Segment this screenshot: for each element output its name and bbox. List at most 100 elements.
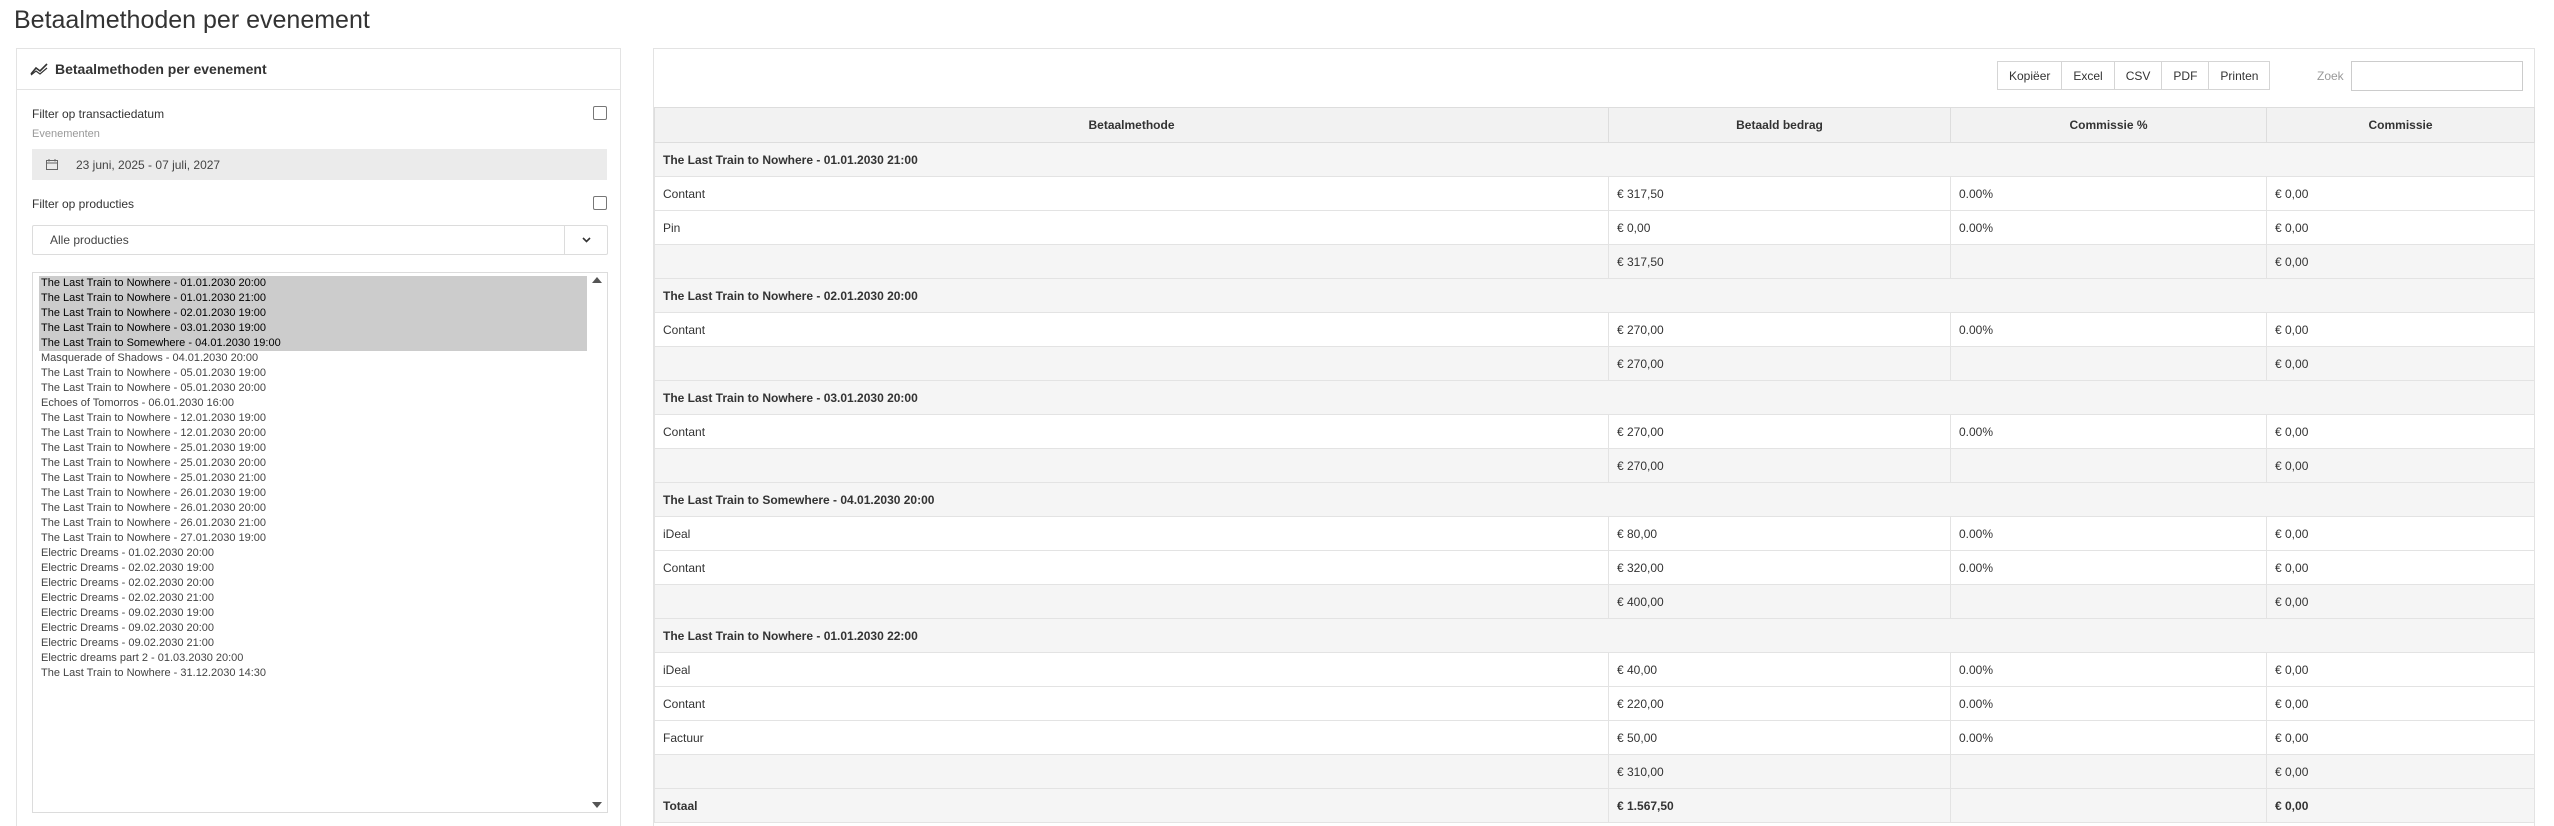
productions-select-value: Alle producties (50, 233, 129, 247)
event-option[interactable]: The Last Train to Nowhere - 25.01.2030 2… (39, 456, 587, 471)
group-title: The Last Train to Nowhere - 02.01.2030 2… (654, 278, 2535, 313)
table-cell (654, 244, 1609, 279)
event-option[interactable]: The Last Train to Nowhere - 25.01.2030 2… (39, 471, 587, 486)
total-row: Totaal € 1.567,50 € 0,00 (654, 788, 2535, 823)
table-row: Contant € 320,00 0.00% € 0,00 (654, 550, 2535, 585)
group-header-row: The Last Train to Somewhere - 04.01.2030… (654, 482, 2535, 517)
event-option[interactable]: The Last Train to Nowhere - 27.01.2030 1… (39, 531, 587, 546)
copy-button[interactable]: Kopiëer (1997, 61, 2063, 90)
event-option[interactable]: The Last Train to Nowhere - 12.01.2030 1… (39, 411, 587, 426)
table-cell: Factuur (654, 720, 1609, 755)
table-cell: € 0,00 (2266, 686, 2535, 721)
event-option[interactable]: Electric Dreams - 09.02.2030 19:00 (39, 606, 587, 621)
event-option[interactable]: The Last Train to Nowhere - 31.12.2030 1… (39, 666, 587, 681)
filter-date-checkbox[interactable] (593, 106, 607, 120)
column-header[interactable]: Commissie % (1950, 107, 2267, 143)
productions-select[interactable]: Alle producties (32, 225, 608, 255)
payment-methods-table: Betaalmethode Betaald bedrag Commissie % Co… (654, 107, 2535, 823)
table-cell (1950, 584, 2267, 619)
scroll-up-arrow-icon[interactable] (592, 277, 602, 283)
table-cell: 0.00% (1950, 652, 2267, 687)
event-option[interactable]: The Last Train to Nowhere - 25.01.2030 1… (39, 441, 587, 456)
event-option[interactable]: The Last Train to Somewhere - 04.01.2030… (39, 336, 587, 351)
table-cell (1950, 346, 2267, 381)
table-row: Contant € 317,50 0.00% € 0,00 (654, 176, 2535, 211)
table-cell: Contant (654, 414, 1609, 449)
table-cell: € 270,00 (1608, 448, 1951, 483)
event-option[interactable]: The Last Train to Nowhere - 05.01.2030 2… (39, 381, 587, 396)
table-cell: € 50,00 (1608, 720, 1951, 755)
table-cell: 0.00% (1950, 414, 2267, 449)
table-cell: Contant (654, 550, 1609, 585)
event-option[interactable]: The Last Train to Nowhere - 01.01.2030 2… (39, 291, 587, 306)
event-option[interactable]: Electric dreams part 2 - 01.03.2030 20:0… (39, 651, 587, 666)
table-cell: 0.00% (1950, 210, 2267, 245)
table-cell: € 0,00 (1608, 210, 1951, 245)
event-option[interactable]: The Last Train to Nowhere - 26.01.2030 2… (39, 516, 587, 531)
table-cell: € 0,00 (2266, 244, 2535, 279)
event-option[interactable]: The Last Train to Nowhere - 26.01.2030 1… (39, 486, 587, 501)
table-cell: € 40,00 (1608, 652, 1951, 687)
event-option[interactable]: Electric Dreams - 02.02.2030 20:00 (39, 576, 587, 591)
column-header[interactable]: Betaalmethode (654, 107, 1609, 143)
group-header-row: The Last Train to Nowhere - 01.01.2030 2… (654, 142, 2535, 177)
table-cell: Contant (654, 176, 1609, 211)
subtotal-row: € 310,00 € 0,00 (654, 754, 2535, 789)
filter-products-checkbox[interactable] (593, 196, 607, 210)
table-body: The Last Train to Nowhere - 01.01.2030 2… (654, 142, 2535, 823)
event-option[interactable]: The Last Train to Nowhere - 02.01.2030 1… (39, 306, 587, 321)
table-cell (1950, 788, 2267, 823)
event-option[interactable]: Electric Dreams - 01.02.2030 20:00 (39, 546, 587, 561)
date-range-field[interactable]: 23 juni, 2025 - 07 juli, 2027 (32, 149, 607, 180)
subtotal-row: € 400,00 € 0,00 (654, 584, 2535, 619)
table-cell: € 400,00 (1608, 584, 1951, 619)
print-button[interactable]: Printen (2208, 61, 2271, 90)
column-header[interactable]: Betaald bedrag (1608, 107, 1951, 143)
event-option[interactable]: The Last Train to Nowhere - 26.01.2030 2… (39, 501, 587, 516)
event-option[interactable]: Electric Dreams - 02.02.2030 19:00 (39, 561, 587, 576)
subtotal-row: € 270,00 € 0,00 (654, 346, 2535, 381)
group-header-row: The Last Train to Nowhere - 03.01.2030 2… (654, 380, 2535, 415)
table-row: Contant € 270,00 0.00% € 0,00 (654, 414, 2535, 449)
event-option[interactable]: Echoes of Tomorros - 06.01.2030 16:00 (39, 396, 587, 411)
table-cell: Contant (654, 686, 1609, 721)
events-listbox[interactable]: The Last Train to Nowhere - 01.01.2030 2… (32, 272, 608, 813)
table-cell: Contant (654, 312, 1609, 347)
pdf-button[interactable]: PDF (2161, 61, 2210, 90)
table-header-row: Betaalmethode Betaald bedrag Commissie % Co… (654, 107, 2535, 143)
table-cell: 0.00% (1950, 720, 2267, 755)
event-option[interactable]: The Last Train to Nowhere - 03.01.2030 1… (39, 321, 587, 336)
csv-button[interactable]: CSV (2113, 61, 2163, 90)
table-cell: iDeal (654, 652, 1609, 687)
group-title: The Last Train to Nowhere - 01.01.2030 2… (654, 142, 2535, 177)
group-title: The Last Train to Nowhere - 01.01.2030 2… (654, 618, 2535, 653)
table-cell: € 0,00 (2266, 652, 2535, 687)
table-cell: € 270,00 (1608, 414, 1951, 449)
report-panel: Kopiëer Excel CSV PDF Printen Zoek Betaalmet… (653, 48, 2535, 826)
table-cell (654, 448, 1609, 483)
table-cell: € 0,00 (2266, 414, 2535, 449)
scroll-down-arrow-icon[interactable] (592, 802, 602, 808)
table-cell: Totaal (654, 788, 1609, 823)
event-option[interactable]: Electric Dreams - 09.02.2030 20:00 (39, 621, 587, 636)
excel-button[interactable]: Excel (2061, 61, 2115, 90)
table-cell: 0.00% (1950, 516, 2267, 551)
column-header[interactable]: Commissie (2266, 107, 2535, 143)
table-cell: € 270,00 (1608, 312, 1951, 347)
table-row: Contant € 220,00 0.00% € 0,00 (654, 686, 2535, 721)
event-option[interactable]: Electric Dreams - 09.02.2030 21:00 (39, 636, 587, 651)
table-cell (1950, 244, 2267, 279)
event-option[interactable]: Electric Dreams - 02.02.2030 21:00 (39, 591, 587, 606)
event-option[interactable]: The Last Train to Nowhere - 05.01.2030 1… (39, 366, 587, 381)
chevron-down-icon[interactable] (564, 226, 607, 254)
table-cell: € 0,00 (2266, 312, 2535, 347)
event-option[interactable]: Masquerade of Shadows - 04.01.2030 20:00 (39, 351, 587, 366)
panel-title: Betaalmethoden per evenement (55, 61, 267, 77)
table-cell: € 0,00 (2266, 788, 2535, 823)
search-input[interactable] (2351, 61, 2523, 91)
table-row: Factuur € 50,00 0.00% € 0,00 (654, 720, 2535, 755)
event-option[interactable]: The Last Train to Nowhere - 12.01.2030 2… (39, 426, 587, 441)
table-cell: € 0,00 (2266, 448, 2535, 483)
table-cell (1950, 754, 2267, 789)
event-option[interactable]: The Last Train to Nowhere - 01.01.2030 2… (39, 276, 587, 291)
